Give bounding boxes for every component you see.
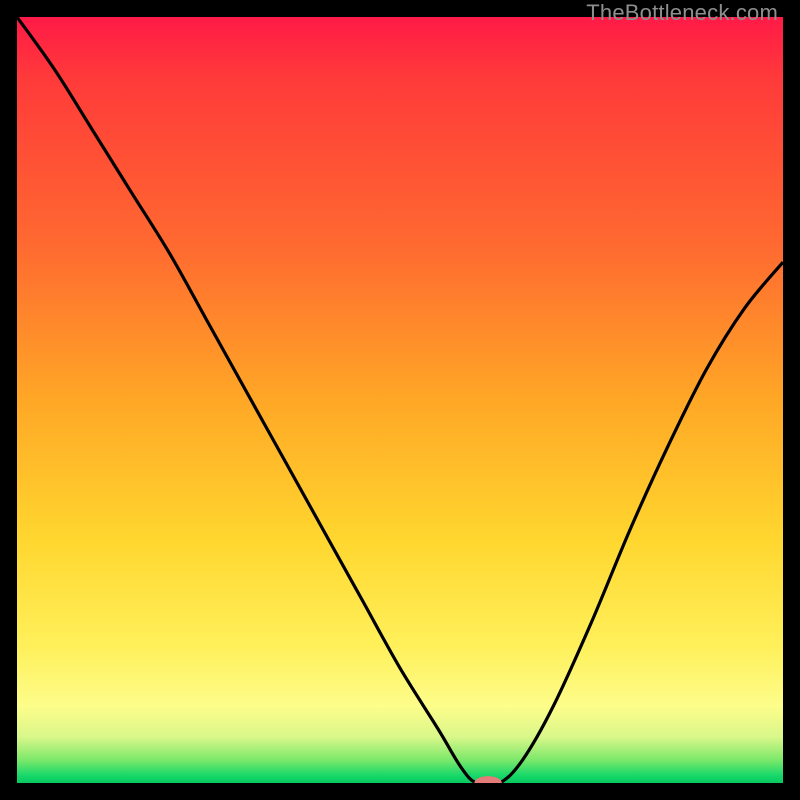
minimum-marker: [474, 776, 502, 783]
curve-path: [17, 17, 783, 783]
plot-area: [17, 17, 783, 783]
attribution-label: TheBottleneck.com: [586, 0, 778, 26]
chart-frame: TheBottleneck.com: [0, 0, 800, 800]
bottleneck-curve: [17, 17, 783, 783]
